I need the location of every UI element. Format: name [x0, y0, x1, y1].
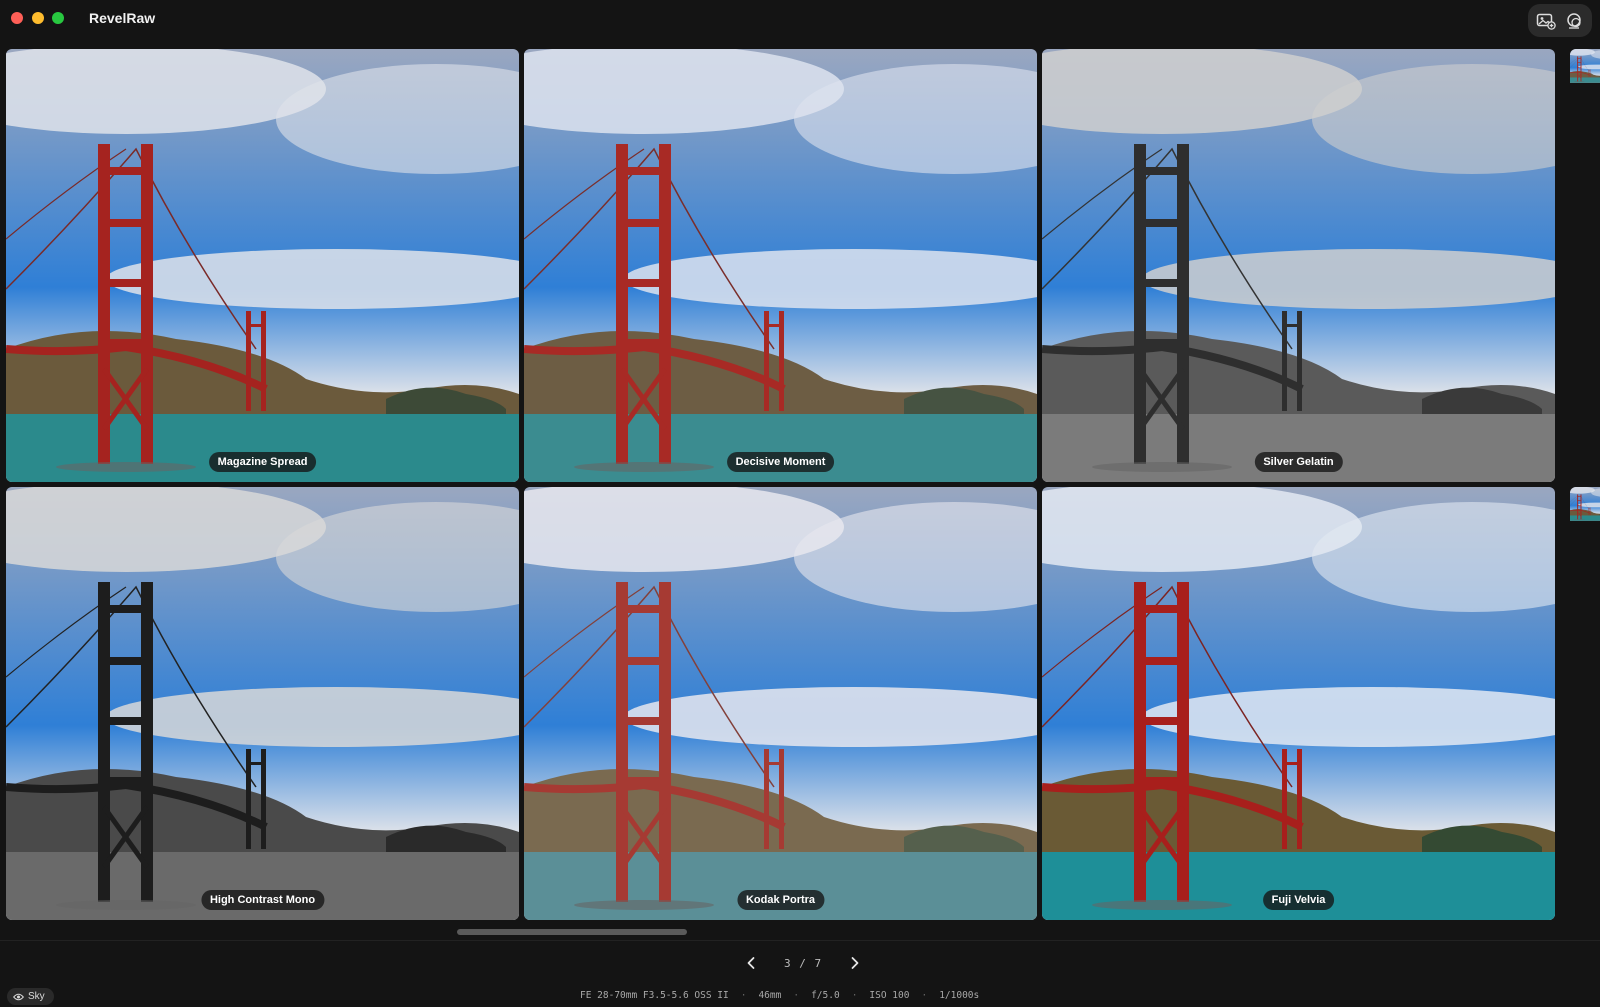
preset-preview-image — [524, 487, 1037, 920]
next-column-peek[interactable] — [1570, 49, 1600, 482]
exif-separator: · — [921, 990, 928, 1001]
page-indicator: 3 / 7 — [784, 956, 823, 970]
exif-separator: · — [740, 990, 747, 1001]
compare-button[interactable] — [1562, 9, 1586, 33]
exif-iso: ISO 100 — [869, 990, 910, 1001]
exif-separator: · — [851, 990, 858, 1001]
preset-label: Decisive Moment — [726, 452, 835, 472]
preset-label: Fuji Velvia — [1262, 890, 1335, 910]
add-photo-button[interactable] — [1534, 9, 1558, 33]
minimize-window-button[interactable] — [32, 12, 44, 24]
horizontal-scrollbar-track[interactable] — [6, 929, 1554, 935]
zoom-window-button[interactable] — [52, 12, 64, 24]
preset-preview-image — [1570, 487, 1600, 521]
title-bar: RevelRaw — [0, 0, 1600, 42]
preset-preview-image — [6, 49, 519, 482]
pager: 3 / 7 — [740, 952, 866, 974]
preset-label: Magazine Spread — [208, 452, 317, 472]
next-page-button[interactable] — [844, 952, 866, 974]
preset-preview-image — [1570, 49, 1600, 83]
eye-icon — [13, 993, 24, 1000]
preset-label: High Contrast Mono — [200, 890, 325, 910]
exif-aperture: f/5.0 — [811, 990, 840, 1001]
preset-card[interactable]: Magazine Spread — [6, 49, 519, 482]
exif-separator: · — [793, 990, 800, 1001]
preset-card[interactable]: Fuji Velvia — [1042, 487, 1555, 920]
close-window-button[interactable] — [11, 12, 23, 24]
exif-shutter: 1/1000s — [939, 990, 980, 1001]
preset-preview-image — [1042, 49, 1555, 482]
preset-grid: Magazine Spread Decisive Moment Silver G… — [0, 46, 1600, 924]
toolbar-group — [1528, 4, 1592, 37]
exif-lens: FE 28-70mm F3.5-5.6 OSS II — [580, 990, 729, 1001]
exif-info: FE 28-70mm F3.5-5.6 OSS II · 46mm · f/5.… — [580, 990, 979, 1001]
photo-add-icon — [1536, 13, 1556, 30]
preset-preview-image — [6, 487, 519, 920]
exif-focal-length: 46mm — [758, 990, 782, 1001]
sky-mask-toggle[interactable]: Sky — [7, 988, 54, 1005]
next-column-peek[interactable] — [1570, 487, 1600, 920]
preset-preview-image — [1042, 487, 1555, 920]
chevron-right-icon — [851, 957, 859, 969]
preset-label: Silver Gelatin — [1254, 452, 1343, 472]
preset-preview-image — [524, 49, 1037, 482]
preset-card[interactable]: Decisive Moment — [524, 49, 1037, 482]
compare-icon — [1567, 12, 1581, 29]
preset-label: Kodak Portra — [736, 890, 825, 910]
chevron-left-icon — [747, 957, 755, 969]
app-title: RevelRaw — [89, 10, 156, 26]
preset-card[interactable]: Silver Gelatin — [1042, 49, 1555, 482]
preset-card[interactable]: Kodak Portra — [524, 487, 1037, 920]
sky-mask-label: Sky — [28, 991, 45, 1002]
horizontal-scrollbar-thumb[interactable] — [457, 929, 687, 935]
preset-card[interactable]: High Contrast Mono — [6, 487, 519, 920]
previous-page-button[interactable] — [740, 952, 762, 974]
